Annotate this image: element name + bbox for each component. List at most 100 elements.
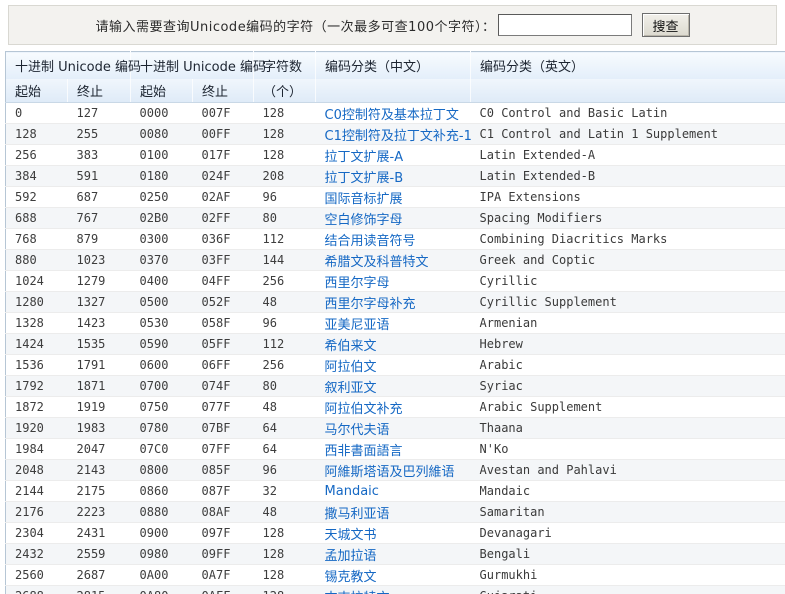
hex-end-cell: 09FF — [201, 547, 231, 561]
table-row: 880 1023 0370 03FF 144 希腊文及科普特文 Greek and Copt… — [5, 249, 785, 271]
category-zh-link[interactable]: 阿維斯塔语及巴列維语 — [325, 465, 455, 480]
category-en-cell: Arabic Supplement — [479, 400, 603, 414]
category-zh-link[interactable]: 西非書面語言 — [325, 444, 403, 459]
category-zh-link[interactable]: 希腊文及科普特文 — [325, 255, 429, 270]
hex-end-cell: 052F — [201, 295, 231, 309]
dec-start-cell: 592 — [15, 190, 37, 204]
dec-start-cell: 768 — [15, 232, 37, 246]
hex-start-cell: 07C0 — [139, 442, 169, 456]
category-zh-link[interactable]: 马尔代夫语 — [325, 423, 390, 438]
category-zh-cell: 古吉拉特文 — [316, 586, 471, 594]
char-count-cell: 128 — [262, 127, 285, 141]
category-zh-cell: 拉丁文扩展-A — [316, 145, 471, 166]
char-count-cell: 208 — [262, 169, 285, 183]
dec-end-cell: 2175 — [76, 484, 106, 498]
category-zh-link[interactable]: 撒马利亚语 — [325, 507, 390, 522]
hex-end-cell: 02AF — [201, 190, 231, 204]
table-group-header-row: 十进制 Unicode 编码 十进制 Unicode 编码 字符数 编码分类（中… — [5, 51, 785, 79]
char-count-cell: 96 — [262, 316, 277, 330]
category-zh-link[interactable]: Mandaic — [325, 484, 379, 499]
table-row: 1792 1871 0700 074F 80 叙利亚文 Syriac — [5, 375, 785, 397]
category-zh-link[interactable]: 古吉拉特文 — [325, 591, 390, 594]
category-zh-link[interactable]: 拉丁文扩展-A — [325, 150, 404, 165]
hex-start-cell: 0700 — [139, 379, 169, 393]
dec-start-cell: 880 — [15, 253, 37, 267]
hex-start-cell: 0530 — [139, 316, 169, 330]
hex-end-cell: 036F — [201, 232, 231, 246]
category-zh-link[interactable]: 阿拉伯文 — [325, 360, 377, 375]
category-zh-link[interactable]: 叙利亚文 — [325, 381, 377, 396]
char-count-cell: 48 — [262, 400, 277, 414]
dec-start-cell: 1024 — [15, 274, 44, 288]
dec-end-cell: 2559 — [76, 547, 106, 561]
char-count-cell: 112 — [262, 232, 285, 246]
category-zh-link[interactable]: C1控制符及拉丁文补充-1 — [325, 129, 471, 144]
dec-end-cell: 2815 — [68, 586, 131, 594]
hex-start-cell: 0080 — [139, 127, 169, 141]
char-count-cell: 96 — [262, 463, 277, 477]
search-button[interactable]: 搜查 — [641, 13, 690, 37]
hex-start-cell: 0780 — [139, 421, 169, 435]
category-en-cell: Arabic — [479, 358, 523, 372]
subheader-dec-start: 起始 — [5, 79, 68, 103]
category-zh-link[interactable]: C0控制符及基本拉丁文 — [325, 108, 459, 123]
category-zh-link[interactable]: 阿拉伯文补充 — [325, 402, 403, 417]
category-en-cell: Latin Extended-B — [479, 169, 596, 183]
category-zh-link[interactable]: 西里尔字母补充 — [325, 297, 416, 312]
hex-end-cell: 087F — [201, 484, 231, 498]
dec-end-cell: 767 — [76, 211, 99, 225]
category-zh-cell: 希伯来文 — [316, 334, 471, 355]
hex-start-cell: 0A00 — [139, 568, 169, 582]
hex-start-cell: 0A80 — [131, 586, 193, 594]
dec-start-cell: 688 — [15, 211, 37, 225]
hex-end-cell: 08AF — [201, 505, 231, 519]
char-count-cell: 128 — [262, 106, 285, 120]
dec-end-cell: 127 — [76, 106, 99, 120]
header-category-zh: 编码分类（中文） — [315, 51, 472, 79]
dec-start-cell: 2432 — [15, 547, 44, 561]
category-zh-cell: 西非書面語言 — [316, 439, 471, 460]
subheader-empty-en — [470, 79, 785, 103]
char-count-cell: 256 — [262, 274, 285, 288]
category-en-cell: Syriac — [479, 379, 523, 393]
category-zh-link[interactable]: 孟加拉语 — [325, 549, 377, 564]
dec-end-cell: 1791 — [76, 358, 106, 372]
category-zh-link[interactable]: 希伯来文 — [325, 339, 377, 354]
dec-end-cell: 2047 — [76, 442, 106, 456]
category-zh-link[interactable]: 结合用读音符号 — [325, 234, 416, 249]
category-zh-cell: Mandaic — [316, 481, 471, 502]
dec-end-cell: 2143 — [76, 463, 106, 477]
category-zh-link[interactable]: 天城文书 — [325, 528, 377, 543]
category-zh-cell: 锡克教文 — [316, 565, 471, 586]
table-row: 1280 1327 0500 052F 48 西里尔字母补充 Cyrillic Supple… — [5, 291, 785, 313]
hex-start-cell: 0860 — [139, 484, 169, 498]
category-zh-link[interactable]: 锡克教文 — [325, 570, 377, 585]
hex-start-cell: 0180 — [139, 169, 169, 183]
dec-start-cell: 2688 — [6, 586, 68, 594]
category-zh-cell: 叙利亚文 — [316, 376, 471, 397]
dec-start-cell: 1328 — [15, 316, 44, 330]
table-row: 2144 2175 0860 087F 32 Mandaic Mandaic — [5, 480, 785, 502]
category-en-cell: Greek and Coptic — [479, 253, 596, 267]
category-zh-link[interactable]: 拉丁文扩展-B — [325, 171, 404, 186]
hex-end-cell: 07FF — [201, 442, 231, 456]
category-en-cell: Spacing Modifiers — [479, 211, 603, 225]
category-zh-link[interactable]: 亚美尼亚语 — [325, 318, 390, 333]
hex-start-cell: 0800 — [139, 463, 169, 477]
category-zh-link[interactable]: 空白修饰字母 — [325, 213, 403, 228]
table-row: 256 383 0100 017F 128 拉丁文扩展-A Latin Extended-A — [5, 144, 785, 166]
dec-start-cell: 1792 — [15, 379, 44, 393]
char-count-cell: 128 — [262, 148, 285, 162]
dec-end-cell: 1327 — [76, 295, 106, 309]
category-zh-cell: 马尔代夫语 — [316, 418, 471, 439]
table-row: 268828150A800AFF128 古吉拉特文 Gujarati — [5, 585, 785, 594]
category-en-cell: Hebrew — [479, 337, 523, 351]
search-input[interactable] — [497, 14, 632, 36]
char-count-cell: 256 — [262, 358, 285, 372]
hex-end-cell: 06FF — [201, 358, 231, 372]
category-zh-link[interactable]: 西里尔字母 — [325, 276, 390, 291]
subheader-empty-zh — [315, 79, 472, 103]
category-zh-cell: 结合用读音符号 — [316, 229, 471, 250]
category-zh-link[interactable]: 国际音标扩展 — [325, 192, 403, 207]
search-panel: 请输入需要查询Unicode编码的字符（一次最多可查100个字符）： 搜查 — [8, 5, 777, 45]
